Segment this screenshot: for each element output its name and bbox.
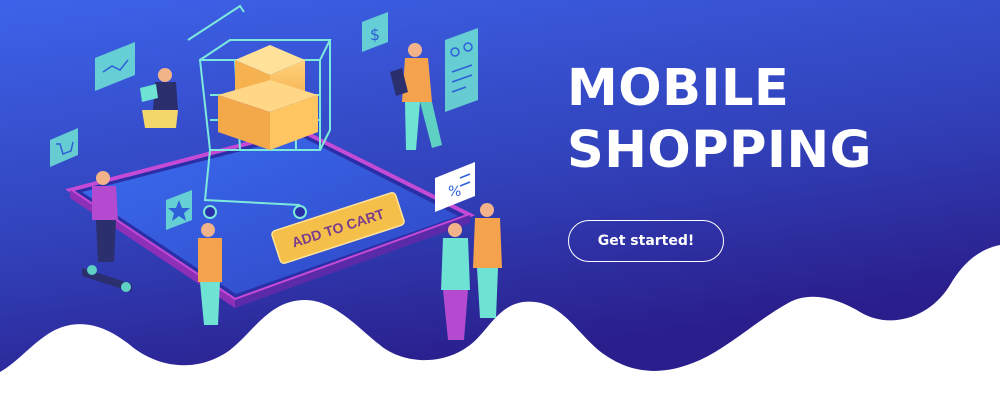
svg-text:%: % xyxy=(448,184,461,200)
get-started-button[interactable]: Get started! xyxy=(568,220,724,262)
title-line-shopping: SHOPPING xyxy=(567,121,873,180)
page-title: MOBILE SHOPPING xyxy=(567,58,872,182)
title-line-mobile: MOBILE xyxy=(567,59,790,118)
svg-text:$: $ xyxy=(370,25,380,44)
bicycle-icon xyxy=(445,28,478,112)
hero-banner: ADD TO CART $ % MOBILE SHOPPING Get star… xyxy=(0,0,1000,413)
